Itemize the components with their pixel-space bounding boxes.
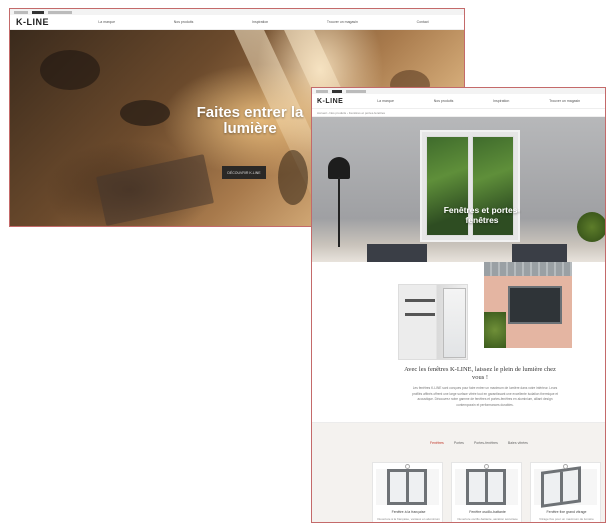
tab-french-windows[interactable]: Portes-fenêtres [474, 441, 498, 445]
nav-item-products[interactable]: Nos produits [174, 20, 194, 24]
lamp-stand [338, 177, 340, 247]
nav-item-brand[interactable]: La marque [98, 20, 115, 24]
tab-bay-windows[interactable]: Baies vitrées [508, 441, 528, 445]
utility-link[interactable] [346, 89, 366, 93]
nav-item-products[interactable]: Nos produits [434, 99, 454, 103]
product-page-window: K-LINE La marque Nos produits Inspiratio… [311, 87, 606, 523]
window-frame-icon [387, 469, 427, 505]
chair-graphic [367, 244, 427, 262]
product-card[interactable]: Fenêtre oscillo-battante Ouverture oscil… [451, 462, 522, 522]
main-nav: K-LINE La marque Nos produits Inspiratio… [10, 15, 464, 30]
intro-section: Avec les fenêtres K-LINE, laissez le ple… [312, 262, 605, 422]
product-hero: Fenêtres et portes-fenêtres [312, 117, 605, 262]
product-subtitle: Vitrage fixe pour un maximum de lumière [539, 517, 594, 521]
nav-item-store-locator[interactable]: Trouver un magasin [327, 20, 358, 24]
utility-link[interactable] [316, 89, 328, 93]
intro-text: Les fenêtres K-LINE sont conçues pour fa… [411, 386, 559, 407]
product-title: Fenêtre fixe grand vitrage [546, 510, 587, 514]
hero-title: Faites entrer la lumière [196, 104, 304, 137]
tab-doors[interactable]: Portes [454, 441, 464, 445]
category-tabs: Fenêtres Portes Portes-fenêtres Baies vi… [430, 441, 528, 445]
brand-logo[interactable]: K-LINE [16, 17, 49, 27]
lamp-graphic [328, 157, 350, 179]
window-frame-icon [466, 469, 506, 505]
nav-item-inspiration[interactable]: Inspiration [252, 20, 268, 24]
product-title: Fenêtre à la française [391, 510, 426, 514]
breadcrumb[interactable]: Accueil › Nos produits › Fenêtres et por… [312, 109, 605, 117]
badge-dot [484, 464, 489, 469]
utility-link[interactable] [48, 10, 72, 14]
page-title: Fenêtres et portes-fenêtres [443, 205, 521, 225]
facade-window [508, 286, 562, 324]
brand-logo[interactable]: K-LINE [317, 98, 343, 105]
rug-graphic [96, 154, 214, 226]
shelf [405, 299, 435, 302]
child-silhouette [278, 150, 308, 205]
house-facade-photo [484, 262, 572, 348]
category-section: Fenêtres Portes Portes-fenêtres Baies vi… [312, 422, 605, 522]
nav-item-contact[interactable]: Contact [417, 20, 429, 24]
tab-windows[interactable]: Fenêtres [430, 441, 444, 445]
roof-tiles [484, 262, 572, 276]
utility-link[interactable] [14, 10, 28, 14]
bush [484, 312, 506, 348]
chair-graphic [512, 244, 567, 262]
utility-link-active[interactable] [332, 89, 342, 93]
product-card[interactable]: Fenêtre fixe grand vitrage Vitrage fixe … [530, 462, 601, 522]
nav-item-brand[interactable]: La marque [377, 99, 394, 103]
product-title: Fenêtre oscillo-battante [469, 510, 506, 514]
badge-dot [405, 464, 410, 469]
floor-toys [120, 100, 170, 126]
product-subtitle: Ouverture oscillo-battante, aération séc… [457, 517, 518, 521]
dark-corner [40, 50, 100, 90]
bathroom-photo [398, 284, 468, 360]
product-subtitle: Ouverture à la française, vantaux en alu… [377, 517, 440, 521]
window-photo [420, 130, 520, 242]
nav-item-store-locator[interactable]: Trouver un magasin [549, 99, 580, 103]
intro-heading: Avec les fenêtres K-LINE, laissez le ple… [404, 366, 556, 381]
main-nav: K-LINE La marque Nos produits Inspiratio… [312, 94, 605, 109]
nav-item-inspiration[interactable]: Inspiration [493, 99, 509, 103]
plant-graphic [577, 212, 605, 242]
discover-button[interactable]: DÉCOUVRIR K-LINE [222, 166, 266, 179]
screenshot-collage: K-LINE La marque Nos produits Inspiratio… [0, 0, 606, 525]
glass-door [443, 288, 466, 358]
utility-link-active[interactable] [32, 10, 44, 14]
badge-dot [563, 464, 568, 469]
window-frame-icon [541, 466, 581, 508]
shelf [405, 313, 435, 316]
product-card[interactable]: Fenêtre à la française Ouverture à la fr… [372, 462, 443, 522]
